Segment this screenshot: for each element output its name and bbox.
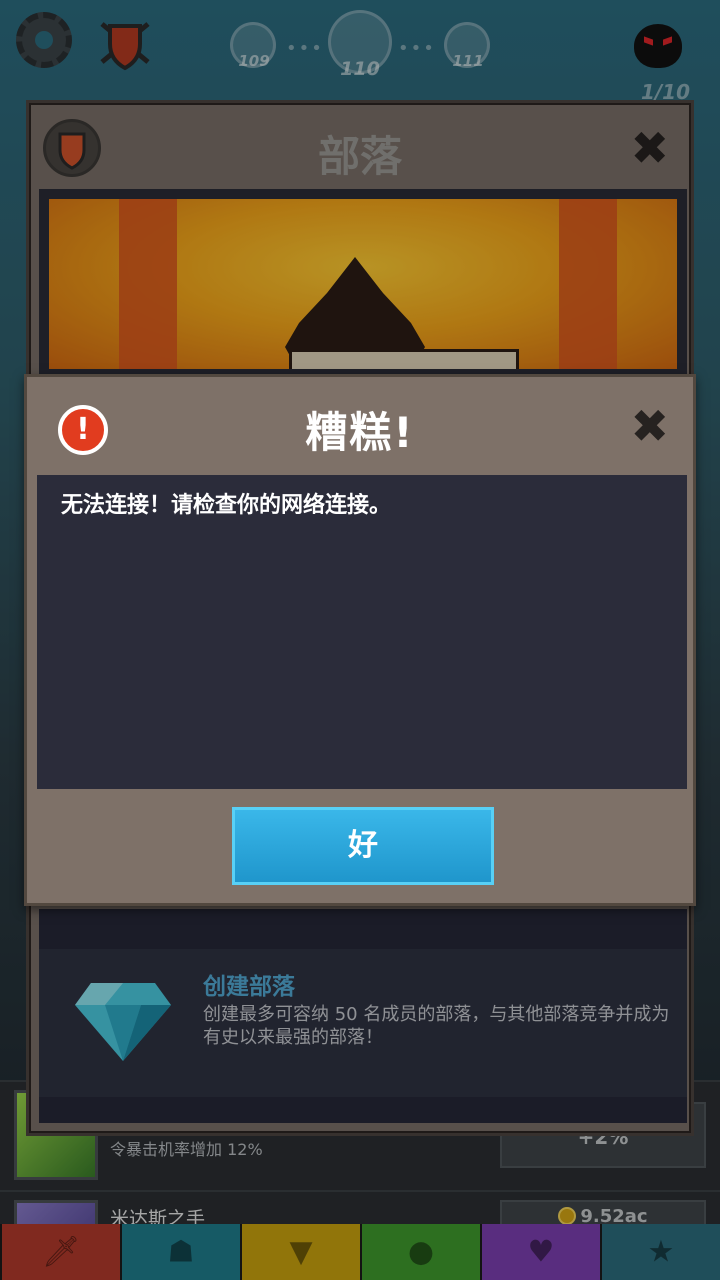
dialog-body: 无法连接！请检查你的网络连接。 [37,475,687,789]
error-dialog: ! 糟糕! ✖ 无法连接！请检查你的网络连接。 好 [24,374,696,906]
ok-button[interactable]: 好 [232,807,494,885]
dialog-title: 糟糕! [305,408,415,457]
error-message: 无法连接！请检查你的网络连接。 [61,493,392,518]
dialog-close-icon[interactable]: ✖ [630,403,669,449]
